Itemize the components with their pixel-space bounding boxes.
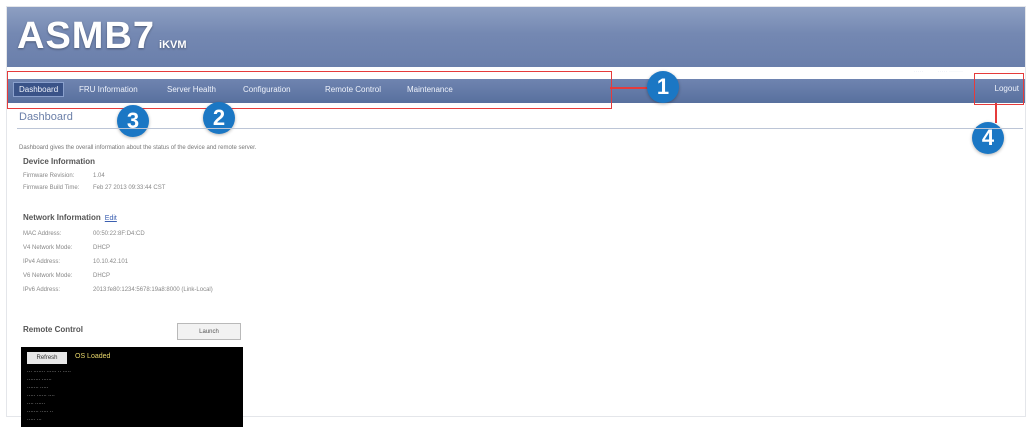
logo-text: ASMB7 <box>17 15 156 57</box>
launch-button[interactable]: Launch <box>177 323 241 340</box>
console-status: OS Loaded <box>75 353 111 360</box>
console-line: ······· ····· <box>27 385 49 391</box>
page-title: Dashboard <box>19 111 73 123</box>
network-edit-link[interactable]: Edit <box>105 215 117 222</box>
callout-4: 4 <box>972 122 1004 154</box>
remote-control-heading: Remote Control <box>23 325 83 334</box>
launch-label: Launch <box>199 328 219 335</box>
callout-2: 2 <box>203 102 235 134</box>
console-line: ······· ····· ·· <box>27 409 54 415</box>
console-line: ····· ······ ···· <box>27 393 55 399</box>
network-heading-text: Network Information <box>23 213 101 222</box>
network-row: V4 Network Mode: DHCP <box>23 245 110 251</box>
console-line: ····· ··· <box>27 417 42 423</box>
annotation-leader-1 <box>610 87 650 89</box>
device-row-firmware-revision: Firmware Revision: 1.04 <box>23 173 105 179</box>
network-value: DHCP <box>93 245 111 251</box>
network-value: 2013:fe80:1234:5678:19a8:8000 (Link-Loca… <box>93 287 213 293</box>
network-value: DHCP <box>93 273 111 279</box>
page-description: Dashboard gives the overall information … <box>19 145 257 151</box>
console-line: ········ ······ <box>27 377 52 383</box>
callout-3: 3 <box>117 105 149 137</box>
product-logo: ASMB7 iKVM <box>17 15 187 58</box>
network-label: V6 Network Mode: <box>23 273 73 279</box>
top-link-1[interactable]: ····· <box>913 69 923 79</box>
device-label: Firmware Revision: <box>23 173 75 179</box>
remote-console-preview[interactable]: Refresh OS Loaded ··· ······· ······ ·· … <box>21 347 243 427</box>
console-line: ··· ······· ······ ·· ····· <box>27 369 71 375</box>
network-label: IPv4 Address: <box>23 259 61 265</box>
callout-1: 1 <box>647 71 679 103</box>
annotation-box-menu <box>7 71 612 109</box>
logo-sub: iKVM <box>159 39 187 51</box>
annotation-leader-4 <box>995 103 997 123</box>
network-row: V6 Network Mode: DHCP <box>23 273 110 279</box>
title-divider <box>17 128 1023 129</box>
console-refresh-button[interactable]: Refresh <box>27 352 67 364</box>
console-line: ···· ······ <box>27 401 46 407</box>
app-window: ASMB7 iKVM ····· ····· ······· ········ ·… <box>6 6 1026 427</box>
device-info-heading: Device Information <box>23 157 96 166</box>
top-link-2[interactable]: ····· ······· <box>937 69 963 79</box>
network-row: IPv4 Address: 10.10.42.101 <box>23 259 128 265</box>
device-label: Firmware Build Time: <box>23 185 80 191</box>
network-label: IPv6 Address: <box>23 287 61 293</box>
device-value: 1.04 <box>93 173 105 179</box>
network-value: 10.10.42.101 <box>93 259 129 265</box>
network-info-heading: Network Information Edit <box>23 213 117 222</box>
network-label: MAC Address: <box>23 231 62 237</box>
network-value: 00:50:22:8F:D4:CD <box>93 231 145 237</box>
network-label: V4 Network Mode: <box>23 245 73 251</box>
network-row: IPv6 Address: 2013:fe80:1234:5678:19a8:80… <box>23 287 213 293</box>
network-row: MAC Address: 00:50:22:8F:D4:CD <box>23 231 145 237</box>
annotation-box-logout <box>974 73 1024 105</box>
device-value: Feb 27 2013 09:33:44 CST <box>93 185 166 191</box>
header-banner: ASMB7 iKVM <box>7 7 1025 67</box>
device-row-build-time: Firmware Build Time: Feb 27 2013 09:33:44… <box>23 185 165 191</box>
